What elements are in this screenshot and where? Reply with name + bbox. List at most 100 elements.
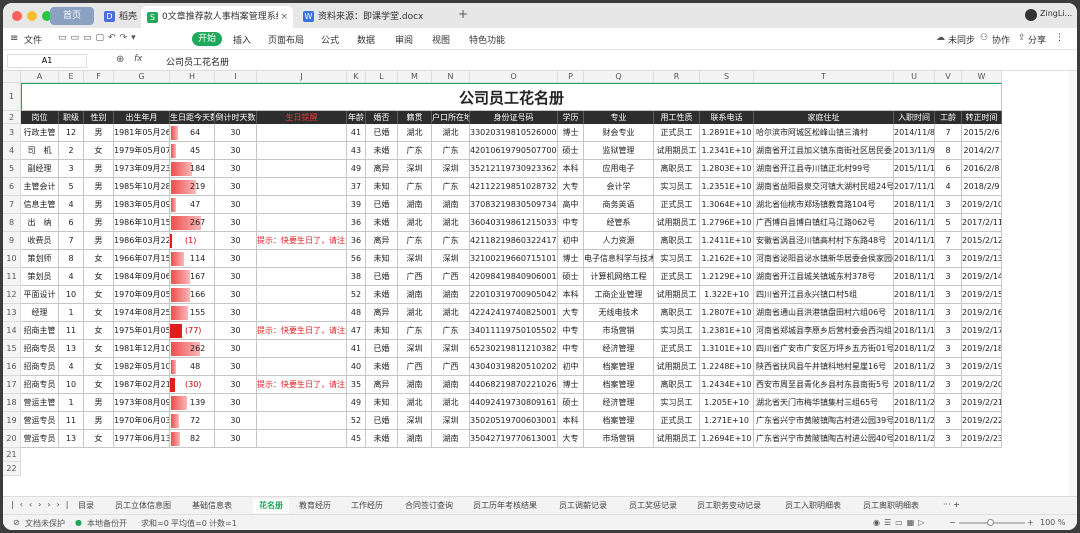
data-cell[interactable]: 1985年10月28日 (114, 178, 170, 196)
data-cell[interactable]: 30 (215, 250, 257, 268)
data-cell[interactable]: 湖北 (432, 214, 470, 232)
data-cell[interactable]: 招商专员 (21, 376, 59, 394)
data-cell[interactable]: 试用期员工 (654, 430, 700, 448)
data-cell[interactable]: 博士 (558, 376, 584, 394)
data-cell[interactable]: 2019/2/14 (962, 268, 1002, 286)
column-header[interactable]: R (654, 71, 700, 83)
zoom-in-icon[interactable]: + (1027, 518, 1034, 527)
column-header[interactable]: E (59, 71, 84, 83)
data-cell[interactable]: 2018/11/15 (894, 250, 935, 268)
data-cell[interactable]: 43 (347, 142, 366, 160)
vertical-scrollbar[interactable] (1069, 71, 1077, 496)
data-cell[interactable]: 湖北 (398, 394, 432, 412)
data-cell[interactable]: 1.2796E+10 (700, 214, 754, 232)
data-cell[interactable]: 女 (84, 268, 114, 286)
data-cell[interactable]: 经济管理 (584, 340, 654, 358)
data-cell[interactable]: 3 (935, 340, 962, 358)
data-cell[interactable]: 10 (59, 286, 84, 304)
row-header[interactable]: 16 (3, 358, 21, 376)
data-cell[interactable]: 370832198305097347 (470, 196, 558, 214)
data-cell[interactable]: 安徽省涡县泾川镇高村村下东路48号 (754, 232, 894, 250)
data-cell[interactable]: 招商专员 (21, 340, 59, 358)
quick-toolbar-icons[interactable]: ▭▭▭▢↶↷▾ (58, 33, 140, 43)
birthday-days-cell[interactable]: 64 (170, 124, 215, 142)
sheet-tab[interactable]: 员工职务变动记录 (697, 500, 761, 511)
data-cell[interactable]: 1973年08月09日 (114, 394, 170, 412)
data-cell[interactable]: 实习员工 (654, 178, 700, 196)
data-cell[interactable]: 30 (215, 394, 257, 412)
data-cell[interactable]: 30 (215, 340, 257, 358)
data-cell[interactable]: 湖北 (398, 214, 432, 232)
data-cell[interactable]: 8 (935, 142, 962, 160)
data-cell[interactable]: 主管会计 (21, 178, 59, 196)
column-header[interactable]: S (700, 71, 754, 83)
data-cell[interactable]: 1.2381E+10 (700, 322, 754, 340)
data-cell[interactable]: 湖北 (398, 124, 432, 142)
column-header[interactable]: J (257, 71, 347, 83)
data-cell[interactable]: 36 (347, 232, 366, 250)
zoom-out-icon[interactable]: − (949, 518, 956, 527)
data-cell[interactable]: 2013/11/9 (894, 142, 935, 160)
data-cell[interactable]: 硕士 (558, 394, 584, 412)
data-cell[interactable]: 2018/11/22 (894, 376, 935, 394)
data-cell[interactable]: 湖北 (398, 304, 432, 322)
data-cell[interactable]: 陕西省扶风县午井镇科地村星崖16号 (754, 358, 894, 376)
header-cell[interactable]: 联系电话 (700, 111, 754, 124)
birthday-days-cell[interactable]: (1) (170, 232, 215, 250)
data-cell[interactable]: 司 机 (21, 142, 59, 160)
data-cell[interactable]: 大专 (558, 304, 584, 322)
header-cell[interactable]: 专业 (584, 111, 654, 124)
data-cell[interactable]: 女 (84, 250, 114, 268)
column-header[interactable]: G (114, 71, 170, 83)
birthday-reminder-cell[interactable] (257, 250, 347, 268)
data-cell[interactable]: 男 (84, 394, 114, 412)
data-cell[interactable]: 中专 (558, 340, 584, 358)
data-cell[interactable]: 湖南 (432, 376, 470, 394)
data-cell[interactable]: 2018/11/17 (894, 286, 935, 304)
header-cell[interactable]: 生日提醒 (257, 111, 347, 124)
menu-data[interactable]: 数据 (357, 33, 375, 46)
data-cell[interactable]: 深圳 (432, 250, 470, 268)
data-cell[interactable]: 试用期员工 (654, 286, 700, 304)
data-cell[interactable]: 2019/2/23 (962, 430, 1002, 448)
data-cell[interactable]: 652302198112103820 (470, 340, 558, 358)
column-header[interactable]: U (894, 71, 935, 83)
data-cell[interactable]: 2018/11/12 (894, 196, 935, 214)
birthday-days-cell[interactable]: 114 (170, 250, 215, 268)
data-cell[interactable]: 7 (935, 124, 962, 142)
data-cell[interactable]: 初中 (558, 358, 584, 376)
header-cell[interactable]: 职级 (59, 111, 84, 124)
menu-view[interactable]: 视图 (432, 33, 450, 46)
data-cell[interactable]: 2018/11/18 (894, 304, 935, 322)
data-cell[interactable]: 1981年05月26日 (114, 124, 170, 142)
data-cell[interactable]: 1 (59, 304, 84, 322)
data-cell[interactable]: 离职员工 (654, 160, 700, 178)
data-cell[interactable]: 3 (935, 358, 962, 376)
data-cell[interactable]: 广西 (398, 268, 432, 286)
data-cell[interactable]: 13 (59, 340, 84, 358)
close-window-button[interactable] (12, 11, 22, 21)
data-cell[interactable]: 4 (935, 178, 962, 196)
data-cell[interactable]: 商务英语 (584, 196, 654, 214)
data-cell[interactable]: 3 (59, 160, 84, 178)
data-cell[interactable]: 经理 (21, 304, 59, 322)
data-cell[interactable]: 男 (84, 178, 114, 196)
data-cell[interactable]: 2018/11/25 (894, 430, 935, 448)
share-button[interactable]: 分享 (1028, 33, 1046, 46)
data-cell[interactable]: 离职员工 (654, 304, 700, 322)
data-cell[interactable]: 6 (59, 214, 84, 232)
birthday-reminder-cell[interactable] (257, 340, 347, 358)
data-cell[interactable]: 广东 (398, 232, 432, 250)
data-cell[interactable]: 女 (84, 322, 114, 340)
data-cell[interactable]: 离异 (366, 304, 398, 322)
data-cell[interactable]: 本科 (558, 160, 584, 178)
data-cell[interactable]: 大专 (558, 430, 584, 448)
data-cell[interactable]: 未婚 (366, 142, 398, 160)
birthday-reminder-cell[interactable] (257, 304, 347, 322)
data-cell[interactable]: 正式员工 (654, 340, 700, 358)
row-header[interactable]: 7 (3, 196, 21, 214)
data-cell[interactable]: 西安市周至县青化乡县村东县南街5号 (754, 376, 894, 394)
sync-status[interactable]: 未同步 (948, 33, 975, 46)
data-cell[interactable]: 未婚 (366, 358, 398, 376)
data-cell[interactable]: 1970年09月05日 (114, 286, 170, 304)
